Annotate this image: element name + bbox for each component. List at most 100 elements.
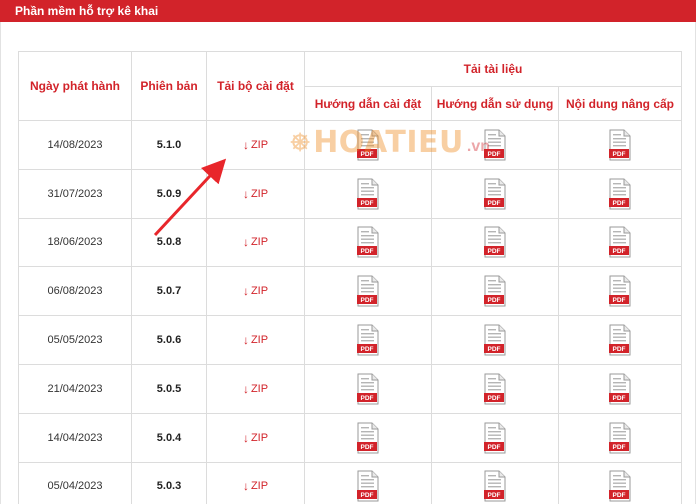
download-zip-link[interactable]: ↓ ZIP	[243, 138, 268, 152]
version-number: 5.0.4	[131, 412, 207, 463]
zip-label: ZIP	[250, 187, 269, 200]
pdf-file-icon: PDF	[484, 275, 506, 307]
arrow-down-icon: ↓	[242, 333, 249, 348]
arrow-down-icon: ↓	[242, 381, 249, 396]
svg-text:PDF: PDF	[613, 395, 626, 402]
install-guide-cell[interactable]: PDF	[304, 217, 432, 268]
release-date: 14/08/2023	[18, 120, 132, 170]
installer-cell: ↓ ZIP	[206, 363, 305, 414]
svg-text:PDF: PDF	[613, 248, 626, 255]
arrow-down-icon: ↓	[242, 186, 249, 201]
svg-text:PDF: PDF	[488, 200, 501, 207]
svg-text:PDF: PDF	[488, 395, 501, 402]
download-zip-link[interactable]: ↓ ZIP	[243, 479, 268, 493]
header-download-docs: Tải tài liệu	[303, 51, 683, 87]
pdf-file-icon: PDF	[357, 226, 379, 258]
pdf-file-icon: PDF	[484, 373, 506, 405]
arrow-down-icon: ↓	[242, 137, 249, 152]
upgrade-notes-cell[interactable]: PDF	[557, 168, 683, 219]
install-guide-cell[interactable]: PDF	[304, 266, 432, 317]
install-guide-cell[interactable]: PDF	[304, 412, 432, 463]
user-guide-cell[interactable]: PDF	[431, 315, 559, 365]
header-download-installer: Tải bộ cài đặt	[206, 51, 305, 121]
version-number: 5.0.5	[131, 363, 207, 414]
zip-label: ZIP	[250, 236, 269, 249]
pdf-file-icon: PDF	[484, 226, 506, 258]
table-row: 14/04/2023 5.0.4 ↓ ZIP PDF PDF PDF	[18, 412, 683, 463]
release-date: 21/04/2023	[18, 363, 132, 414]
version-number: 5.0.6	[131, 315, 207, 365]
pdf-file-icon: PDF	[609, 178, 631, 210]
install-guide-cell[interactable]: PDF	[304, 315, 432, 365]
installer-cell: ↓ ZIP	[206, 168, 305, 219]
pdf-file-icon: PDF	[609, 373, 631, 405]
pdf-file-icon: PDF	[484, 422, 506, 454]
upgrade-notes-cell[interactable]: PDF	[557, 412, 683, 463]
upgrade-notes-cell[interactable]: PDF	[557, 315, 683, 365]
pdf-file-icon: PDF	[357, 324, 379, 356]
download-zip-link[interactable]: ↓ ZIP	[243, 431, 268, 445]
svg-text:PDF: PDF	[488, 248, 501, 255]
install-guide-cell[interactable]: PDF	[304, 461, 432, 504]
header-install-guide: Hướng dẫn cài đặt	[304, 86, 432, 121]
svg-text:PDF: PDF	[361, 395, 374, 402]
release-date: 31/07/2023	[18, 168, 132, 219]
pdf-file-icon: PDF	[484, 178, 506, 210]
svg-text:PDF: PDF	[361, 297, 374, 304]
download-zip-link[interactable]: ↓ ZIP	[243, 235, 268, 249]
pdf-file-icon: PDF	[357, 129, 379, 161]
version-number: 5.0.7	[131, 266, 207, 317]
arrow-down-icon: ↓	[242, 479, 249, 494]
pdf-file-icon: PDF	[484, 470, 506, 502]
panel-title: Phần mềm hỗ trợ kê khai	[0, 0, 696, 22]
upgrade-notes-cell[interactable]: PDF	[557, 363, 683, 414]
svg-text:PDF: PDF	[488, 297, 501, 304]
user-guide-cell[interactable]: PDF	[431, 217, 559, 268]
release-table: Ngày phát hành Phiên bản Tải bộ cài đặt …	[18, 51, 683, 504]
release-date: 05/05/2023	[18, 315, 132, 365]
user-guide-cell[interactable]: PDF	[431, 120, 559, 170]
installer-cell: ↓ ZIP	[206, 120, 305, 170]
upgrade-notes-cell[interactable]: PDF	[557, 461, 683, 504]
download-zip-link[interactable]: ↓ ZIP	[243, 333, 268, 347]
download-zip-link[interactable]: ↓ ZIP	[243, 382, 268, 396]
upgrade-notes-cell[interactable]: PDF	[557, 217, 683, 268]
svg-text:PDF: PDF	[361, 151, 374, 158]
table-row: 05/05/2023 5.0.6 ↓ ZIP PDF PDF PDF	[18, 315, 683, 365]
install-guide-cell[interactable]: PDF	[304, 363, 432, 414]
header-version: Phiên bản	[131, 51, 207, 121]
download-zip-link[interactable]: ↓ ZIP	[243, 284, 268, 298]
zip-label: ZIP	[250, 382, 269, 395]
user-guide-cell[interactable]: PDF	[431, 266, 559, 317]
installer-cell: ↓ ZIP	[206, 217, 305, 268]
pdf-file-icon: PDF	[357, 275, 379, 307]
pdf-file-icon: PDF	[357, 373, 379, 405]
table-row: 14/08/2023 5.1.0 ↓ ZIP PDF PDF PDF	[18, 120, 683, 170]
zip-label: ZIP	[250, 334, 269, 347]
user-guide-cell[interactable]: PDF	[431, 461, 559, 504]
user-guide-cell[interactable]: PDF	[431, 412, 559, 463]
svg-text:PDF: PDF	[613, 444, 626, 451]
upgrade-notes-cell[interactable]: PDF	[557, 120, 683, 170]
version-number: 5.0.9	[131, 168, 207, 219]
user-guide-cell[interactable]: PDF	[431, 168, 559, 219]
svg-text:PDF: PDF	[613, 200, 626, 207]
user-guide-cell[interactable]: PDF	[431, 363, 559, 414]
pdf-file-icon: PDF	[609, 470, 631, 502]
download-zip-link[interactable]: ↓ ZIP	[243, 187, 268, 201]
version-number: 5.1.0	[131, 120, 207, 170]
svg-text:PDF: PDF	[361, 492, 374, 499]
svg-text:PDF: PDF	[613, 492, 626, 499]
install-guide-cell[interactable]: PDF	[304, 168, 432, 219]
svg-text:PDF: PDF	[488, 444, 501, 451]
upgrade-notes-cell[interactable]: PDF	[557, 266, 683, 317]
svg-text:PDF: PDF	[488, 151, 501, 158]
zip-label: ZIP	[250, 138, 269, 151]
install-guide-cell[interactable]: PDF	[304, 120, 432, 170]
svg-text:PDF: PDF	[613, 151, 626, 158]
installer-cell: ↓ ZIP	[206, 412, 305, 463]
svg-text:PDF: PDF	[361, 346, 374, 353]
release-date: 05/04/2023	[18, 461, 132, 504]
installer-cell: ↓ ZIP	[206, 266, 305, 317]
arrow-down-icon: ↓	[242, 235, 249, 250]
